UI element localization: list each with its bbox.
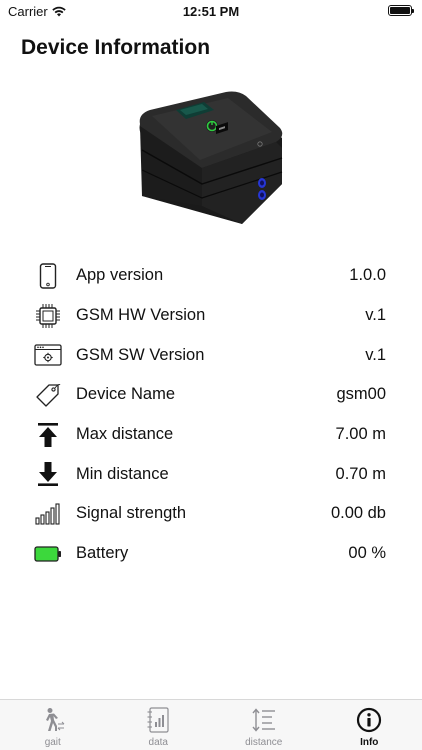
tab-label-info: Info <box>360 737 379 748</box>
tab-bar: gait data distance Info <box>0 699 422 750</box>
tab-gait[interactable]: gait <box>0 700 106 750</box>
info-row-device-name: Device Name gsm00 <box>0 375 422 415</box>
tab-data[interactable]: data <box>106 700 212 750</box>
info-value-battery: 00 % <box>348 544 386 563</box>
info-label-min-distance: Min distance <box>76 464 169 483</box>
info-value-signal-strength: 0.00 db <box>330 504 386 523</box>
battery-icon <box>33 539 63 569</box>
info-value-gsm-sw-version: v.1 <box>365 345 386 364</box>
signal-bars-icon <box>33 499 63 529</box>
info-label-app-version: App version <box>76 266 164 285</box>
info-label-gsm-sw-version: GSM SW Version <box>76 345 205 364</box>
arrow-up-bar-icon <box>33 420 63 450</box>
notebook-chart-icon <box>144 706 172 734</box>
info-row-max-distance: Max distance 7.00 m <box>0 415 422 455</box>
page-title: Device Information <box>21 36 211 59</box>
tab-distance[interactable]: distance <box>211 700 317 750</box>
vertical-distance-icon <box>250 706 278 734</box>
tab-label-distance: distance <box>245 737 283 748</box>
status-battery-icon <box>388 5 414 16</box>
info-label-max-distance: Max distance <box>76 425 174 444</box>
tab-label-gait: gait <box>44 737 61 748</box>
info-value-min-distance: 0.70 m <box>335 464 386 483</box>
info-value-gsm-hw-version: v.1 <box>365 306 386 325</box>
info-row-app-version: App version 1.0.0 <box>0 256 422 296</box>
tab-label-data: data <box>148 737 168 748</box>
info-row-gsm-sw-version: GSM SW Version v.1 <box>0 335 422 375</box>
phone-icon <box>33 261 63 291</box>
info-row-battery: Battery 00 % <box>0 534 422 574</box>
info-row-gsm-hw-version: GSM HW Version v.1 <box>0 296 422 336</box>
tag-icon <box>33 380 63 410</box>
info-label-gsm-hw-version: GSM HW Version <box>76 306 206 325</box>
tab-info[interactable]: Info <box>317 700 422 750</box>
info-label-device-name: Device Name <box>76 385 176 404</box>
device-info-list: App version 1.0.0 GSM HW Version v.1 GSM… <box>0 256 422 574</box>
device-image <box>139 91 283 224</box>
info-circle-icon <box>355 706 383 734</box>
status-bar: Carrier 12:51 PM <box>0 0 422 22</box>
info-value-app-version: 1.0.0 <box>349 266 386 285</box>
info-value-max-distance: 7.00 m <box>335 425 386 444</box>
software-window-icon <box>33 340 63 370</box>
info-row-min-distance: Min distance 0.70 m <box>0 454 422 494</box>
walking-person-icon <box>39 706 67 734</box>
info-label-signal-strength: Signal strength <box>76 504 187 523</box>
arrow-down-bar-icon <box>33 459 63 489</box>
status-time: 12:51 PM <box>182 4 240 19</box>
info-value-device-name: gsm00 <box>336 385 386 404</box>
info-label-battery: Battery <box>76 544 129 563</box>
chip-icon <box>33 301 63 331</box>
info-row-signal-strength: Signal strength 0.00 db <box>0 494 422 534</box>
